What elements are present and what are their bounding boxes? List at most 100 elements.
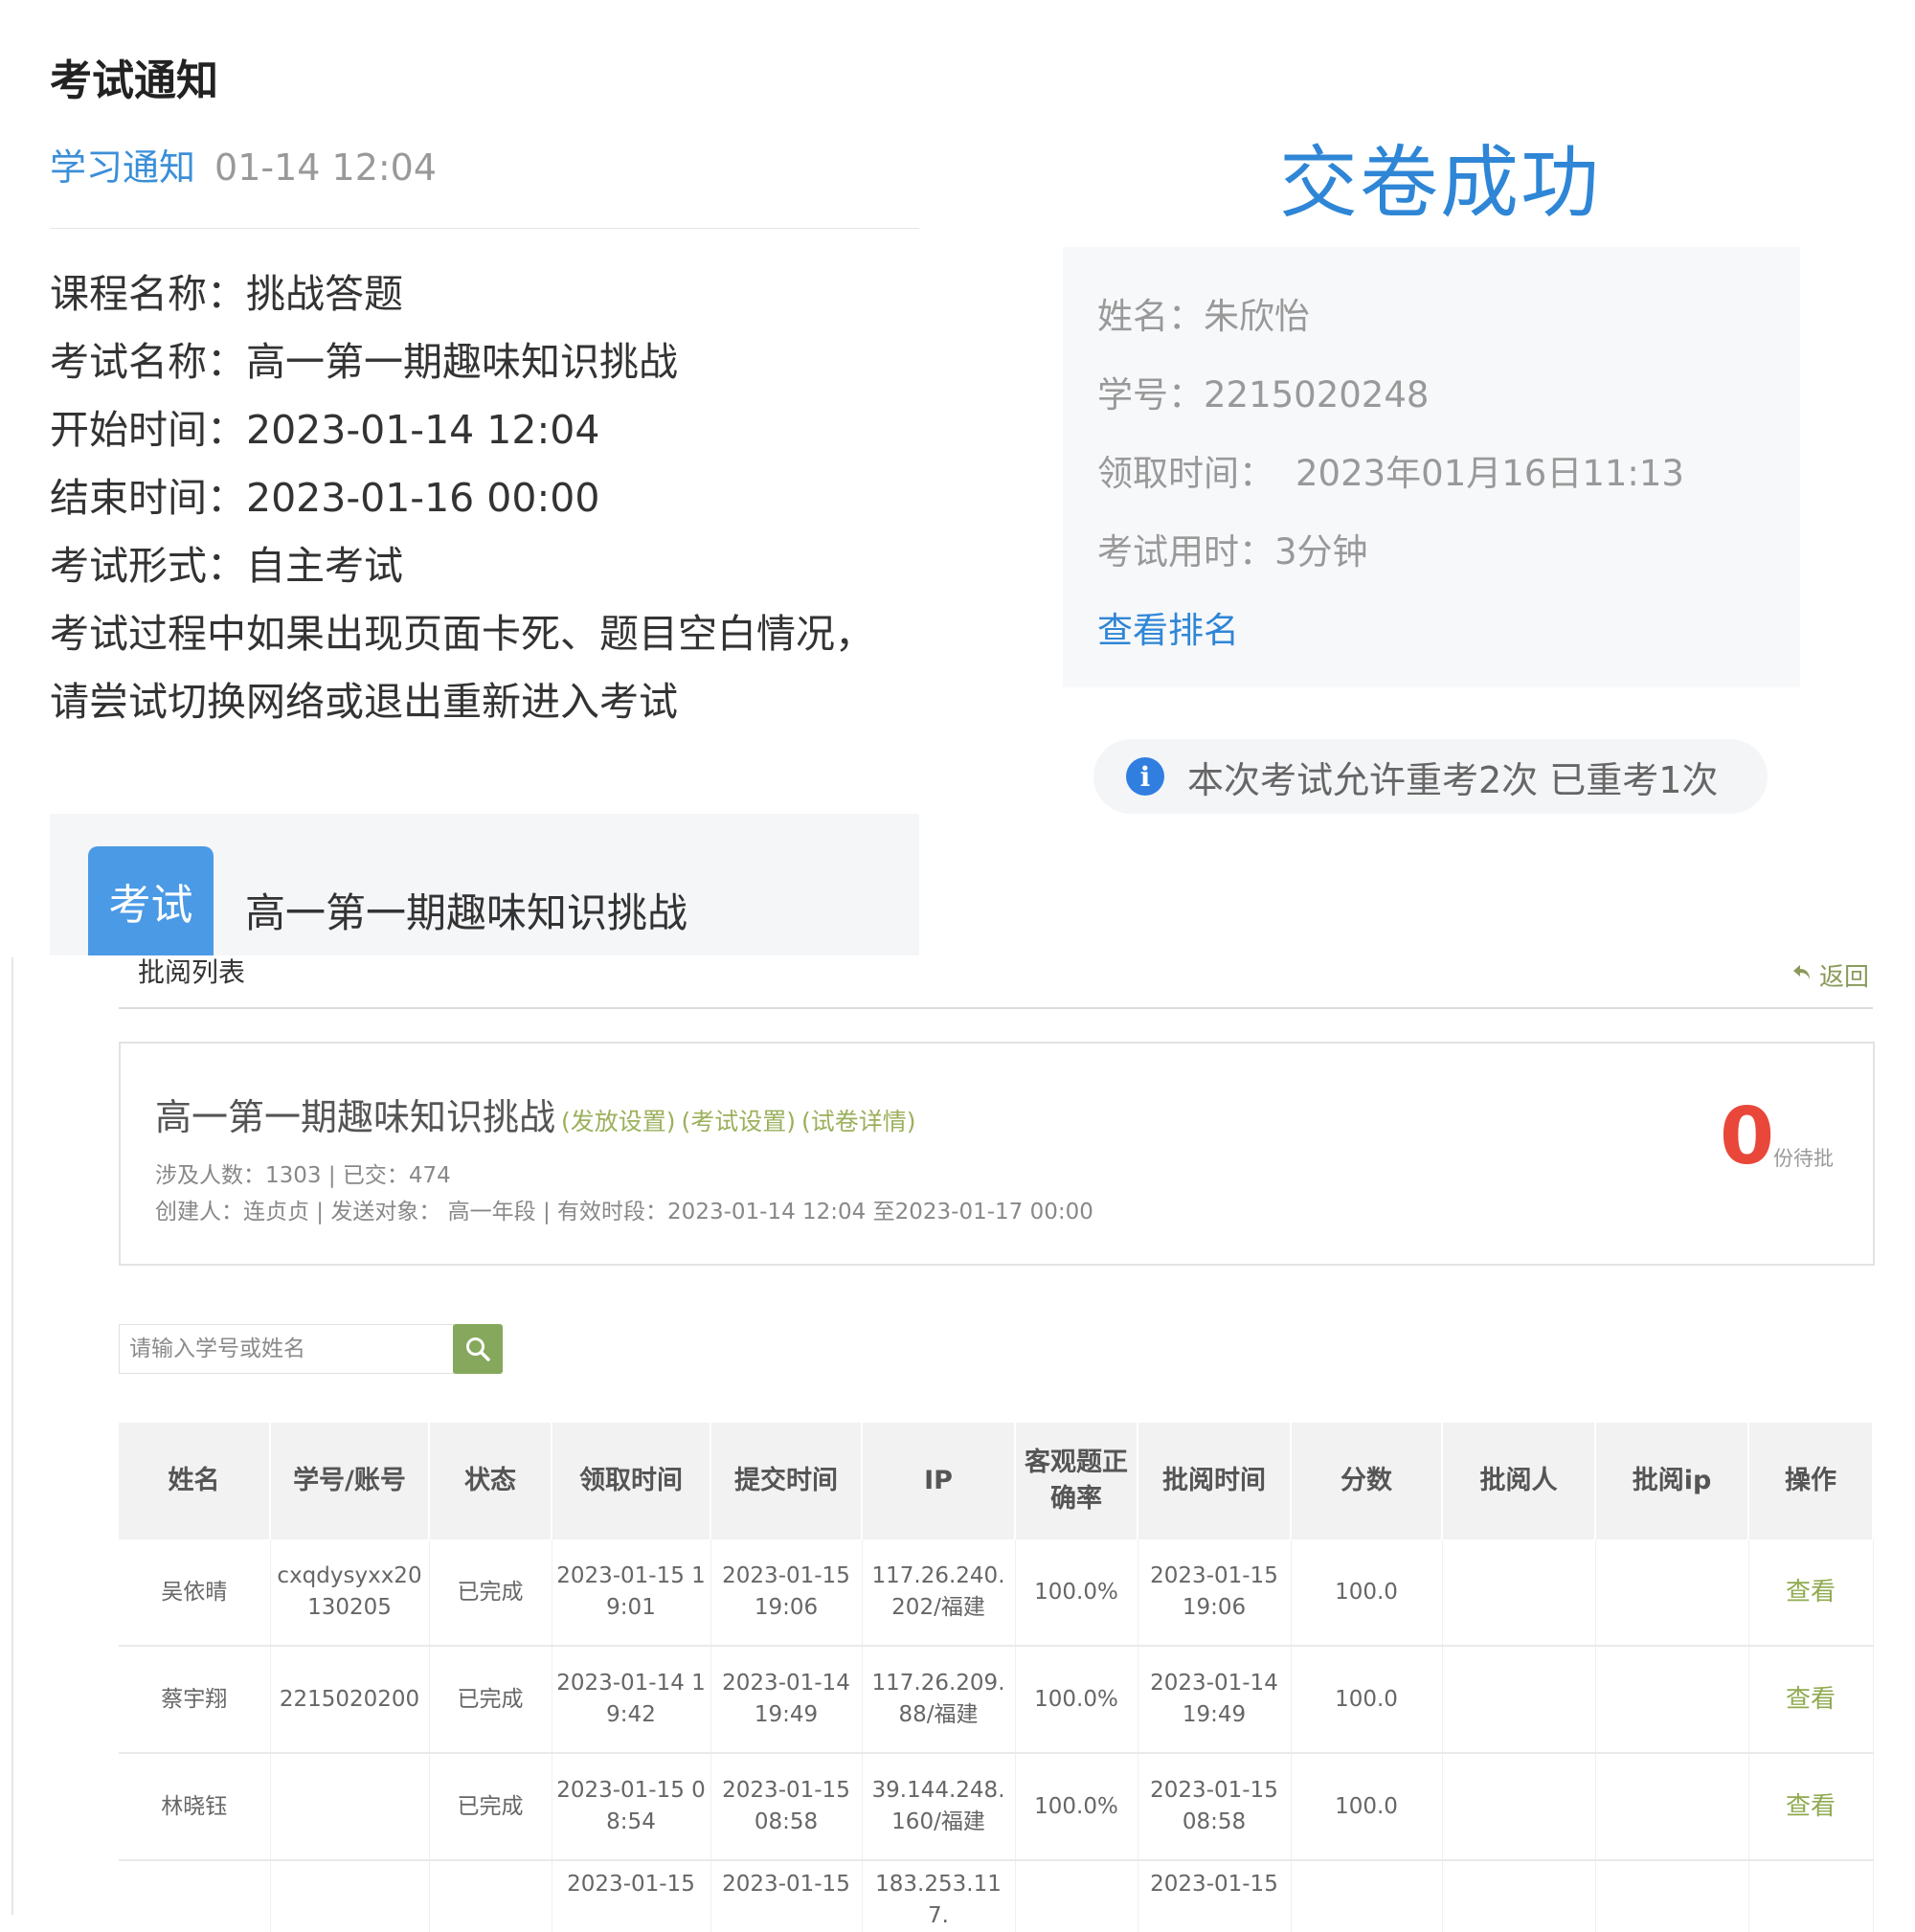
cell-student-id: [270, 1753, 430, 1861]
cell-accuracy: 100.0%: [1015, 1646, 1138, 1754]
col-header-score[interactable]: 分数: [1291, 1423, 1443, 1539]
cell-ip: 183.253.117.: [862, 1860, 1016, 1932]
cell-review-time: 2023-01-15 08:58: [1138, 1753, 1292, 1861]
info-row-receive-time: 领取时间： 2023年01月16日11:13: [1097, 453, 1684, 494]
view-link[interactable]: 查看: [1748, 1646, 1874, 1754]
col-header-submit-time[interactable]: 提交时间: [710, 1423, 863, 1539]
notice-meta: 学习通知 01-14 12:04: [50, 138, 437, 191]
cell-reviewer-ip: [1595, 1753, 1749, 1861]
cell-student-id: cxqdysyxx20130205: [270, 1539, 430, 1647]
info-row-name: 姓名：朱欣怡: [1097, 296, 1310, 337]
notice-title: 考试通知: [50, 56, 218, 105]
cell-name: [119, 1860, 271, 1932]
pending-count: 0: [1720, 1091, 1775, 1182]
cell-receive-time: 2023-01-15 08:54: [552, 1753, 711, 1861]
cell-score: [1291, 1860, 1443, 1932]
notice-row-exam-form: 考试形式：自主考试: [50, 543, 403, 589]
cell-submit-time: 2023-01-14 19:49: [710, 1646, 863, 1754]
retake-text: 本次考试允许重考2次 已重考1次: [1187, 758, 1719, 801]
col-header-ip[interactable]: IP: [862, 1423, 1016, 1539]
info-row-student-id: 学号：2215020248: [1097, 374, 1430, 416]
notice-row-exam-name: 考试名称：高一第一期趣味知识挑战: [50, 339, 678, 385]
cell-reviewer: [1442, 1539, 1596, 1647]
notice-tip-line1: 考试过程中如果出现页面卡死、题目空白情况，: [50, 611, 874, 657]
exam-settings-link[interactable]: (考试设置): [682, 1108, 797, 1135]
left-border-line: [11, 957, 13, 1915]
summary-creator: 创建人：连贞贞 | 发送对象： 高一年段 | 有效时段：2023-01-14 1…: [155, 1200, 1093, 1224]
submit-success-title: 交卷成功: [1279, 138, 1602, 229]
table-row: 蔡宇翔 2215020200 已完成 2023-01-14 19:42 2023…: [119, 1646, 1874, 1754]
cell-score: 100.0: [1291, 1646, 1443, 1754]
notice-row-start-time: 开始时间：2023-01-14 12:04: [50, 407, 600, 453]
review-table: 姓名 学号/账号 状态 领取时间 提交时间 IP 客观题正确率 批阅时间 分数 …: [119, 1423, 1874, 1932]
cell-student-id: 2215020200: [270, 1646, 430, 1754]
cell-review-time: 2023-01-14 19:49: [1138, 1646, 1292, 1754]
cell-reviewer-ip: [1595, 1646, 1749, 1754]
cell-action: [1748, 1860, 1874, 1932]
col-header-name[interactable]: 姓名: [119, 1423, 271, 1539]
summary-exam-title: 高一第一期趣味知识挑战: [155, 1096, 556, 1138]
table-header-row: 姓名 学号/账号 状态 领取时间 提交时间 IP 客观题正确率 批阅时间 分数 …: [119, 1423, 1874, 1539]
cell-score: 100.0: [1291, 1753, 1443, 1861]
retake-notice: i 本次考试允许重考2次 已重考1次: [1093, 739, 1768, 814]
notice-source-link[interactable]: 学习通知: [50, 146, 195, 189]
notice-divider: [50, 228, 919, 229]
cell-ip: 39.144.248.160/福建: [862, 1753, 1016, 1861]
notice-row-course: 课程名称：挑战答题: [50, 271, 403, 317]
cell-ip: 117.26.240.202/福建: [862, 1539, 1016, 1647]
cell-student-id: [270, 1860, 430, 1932]
cell-submit-time: 2023-01-15 19:06: [710, 1539, 863, 1647]
exam-summary-box: [119, 1042, 1875, 1266]
notice-time: 01-14 12:04: [214, 146, 438, 189]
col-header-status[interactable]: 状态: [429, 1423, 552, 1539]
search-button[interactable]: [453, 1324, 503, 1374]
cell-review-time: 2023-01-15 19:06: [1138, 1539, 1292, 1647]
cell-submit-time: 2023-01-15: [710, 1860, 863, 1932]
cell-name: 林晓钰: [119, 1753, 271, 1861]
col-header-review-time[interactable]: 批阅时间: [1138, 1423, 1292, 1539]
cell-reviewer: [1442, 1646, 1596, 1754]
cell-accuracy: [1015, 1860, 1138, 1932]
table-row: 2023-01-15 2023-01-15 183.253.117. 2023-…: [119, 1860, 1874, 1932]
search-icon: [466, 1337, 490, 1361]
col-header-accuracy[interactable]: 客观题正确率: [1015, 1423, 1138, 1539]
cell-score: 100.0: [1291, 1539, 1443, 1647]
view-link[interactable]: 查看: [1748, 1753, 1874, 1861]
col-header-reviewer-ip[interactable]: 批阅ip: [1595, 1423, 1749, 1539]
cell-name: 蔡宇翔: [119, 1646, 271, 1754]
col-header-reviewer[interactable]: 批阅人: [1442, 1423, 1596, 1539]
search-input[interactable]: [119, 1324, 454, 1374]
view-link[interactable]: 查看: [1748, 1539, 1874, 1647]
paper-details-link[interactable]: (试卷详情): [801, 1108, 916, 1135]
cell-reviewer: [1442, 1860, 1596, 1932]
view-rank-link[interactable]: 查看排名: [1097, 601, 1239, 653]
cell-accuracy: 100.0%: [1015, 1539, 1138, 1647]
table-row: 吴依晴 cxqdysyxx20130205 已完成 2023-01-15 19:…: [119, 1539, 1874, 1647]
cell-ip: 117.26.209.88/福建: [862, 1646, 1016, 1754]
review-list-title: 批阅列表: [138, 956, 246, 988]
back-label: 返回: [1819, 963, 1870, 992]
summary-title: 高一第一期趣味知识挑战 (发放设置) (考试设置) (试卷详情): [155, 1088, 916, 1140]
cell-accuracy: 100.0%: [1015, 1753, 1138, 1861]
cell-reviewer-ip: [1595, 1539, 1749, 1647]
notice-tip-line2: 请尝试切换网络或退出重新进入考试: [50, 679, 678, 725]
col-header-receive-time[interactable]: 领取时间: [552, 1423, 711, 1539]
info-icon: i: [1126, 757, 1164, 796]
summary-stats: 涉及人数：1303 | 已交：474: [155, 1163, 451, 1188]
notice-row-end-time: 结束时间：2023-01-16 00:00: [50, 475, 600, 521]
cell-status: 已完成: [429, 1539, 552, 1647]
cell-status: [429, 1860, 552, 1932]
col-header-action[interactable]: 操作: [1748, 1423, 1874, 1539]
cell-review-time: 2023-01-15: [1138, 1860, 1292, 1932]
exam-tag-badge: 考试: [88, 846, 214, 955]
cell-submit-time: 2023-01-15 08:58: [710, 1753, 863, 1861]
exam-card-name[interactable]: 高一第一期趣味知识挑战: [245, 881, 687, 939]
dispatch-settings-link[interactable]: (发放设置): [561, 1108, 676, 1135]
col-header-student-id[interactable]: 学号/账号: [270, 1423, 430, 1539]
back-link[interactable]: 返回: [1791, 957, 1869, 993]
cell-receive-time: 2023-01-14 19:42: [552, 1646, 711, 1754]
cell-reviewer: [1442, 1753, 1596, 1861]
back-arrow-icon: [1791, 960, 1814, 990]
cell-name: 吴依晴: [119, 1539, 271, 1647]
table-row: 林晓钰 已完成 2023-01-15 08:54 2023-01-15 08:5…: [119, 1753, 1874, 1861]
